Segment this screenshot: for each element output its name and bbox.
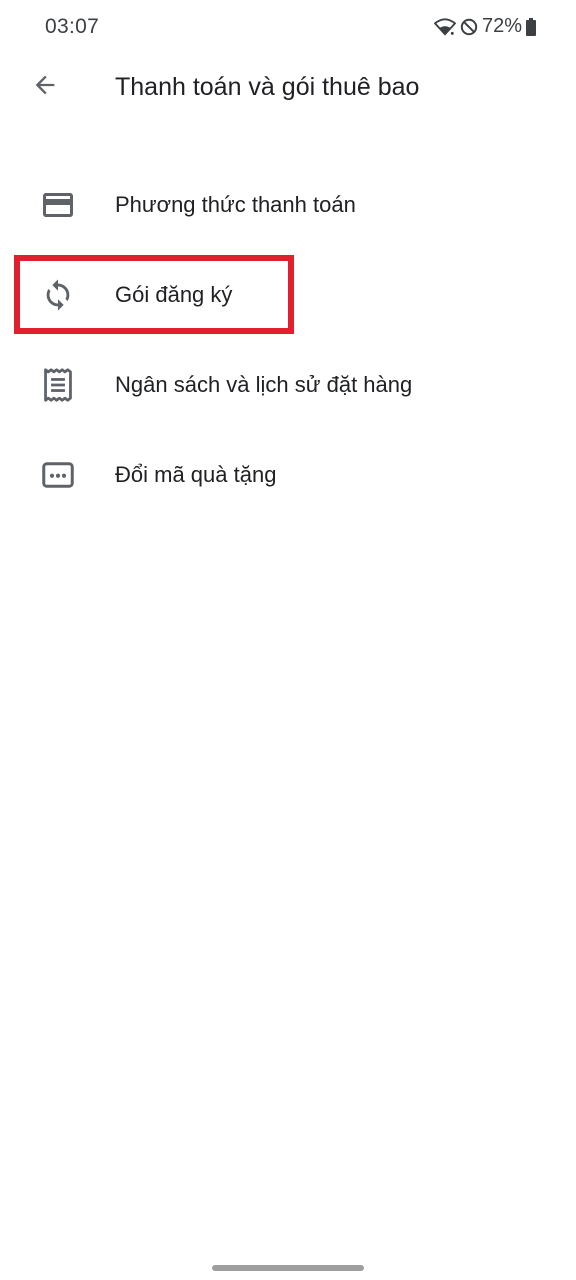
menu-item-label: Phương thức thanh toán <box>115 192 356 217</box>
menu-item-subscriptions[interactable]: Gói đăng ký <box>0 250 576 340</box>
receipt-icon <box>38 365 78 405</box>
page-title: Thanh toán và gói thuê bao <box>115 73 420 101</box>
wifi-icon <box>433 17 456 37</box>
do-not-disturb-icon <box>460 18 478 36</box>
menu-item-payment-methods[interactable]: Phương thức thanh toán <box>0 160 576 250</box>
refresh-icon <box>38 275 78 315</box>
home-indicator[interactable] <box>212 1265 364 1271</box>
status-time: 03:07 <box>45 15 100 38</box>
menu-list: Phương thức thanh toán Gói đăng ký Ngân … <box>0 160 576 520</box>
credit-card-icon <box>38 185 78 225</box>
redeem-code-icon <box>38 455 78 495</box>
menu-item-redeem-gift-code[interactable]: Đổi mã quà tặng <box>0 430 576 520</box>
status-icons: 72% <box>433 15 536 38</box>
menu-item-label: Gói đăng ký <box>115 282 233 307</box>
menu-item-label: Đổi mã quà tặng <box>115 462 277 487</box>
arrow-back-icon <box>31 71 59 104</box>
battery-percent: 72% <box>481 15 522 37</box>
menu-item-label: Ngân sách và lịch sử đặt hàng <box>115 372 413 397</box>
status-bar: 03:07 72% <box>0 0 576 56</box>
app-bar: Thanh toán và gói thuê bao <box>0 56 576 120</box>
battery-icon <box>526 17 536 36</box>
menu-item-budget-order-history[interactable]: Ngân sách và lịch sử đặt hàng <box>0 340 576 430</box>
back-button[interactable] <box>22 64 68 110</box>
